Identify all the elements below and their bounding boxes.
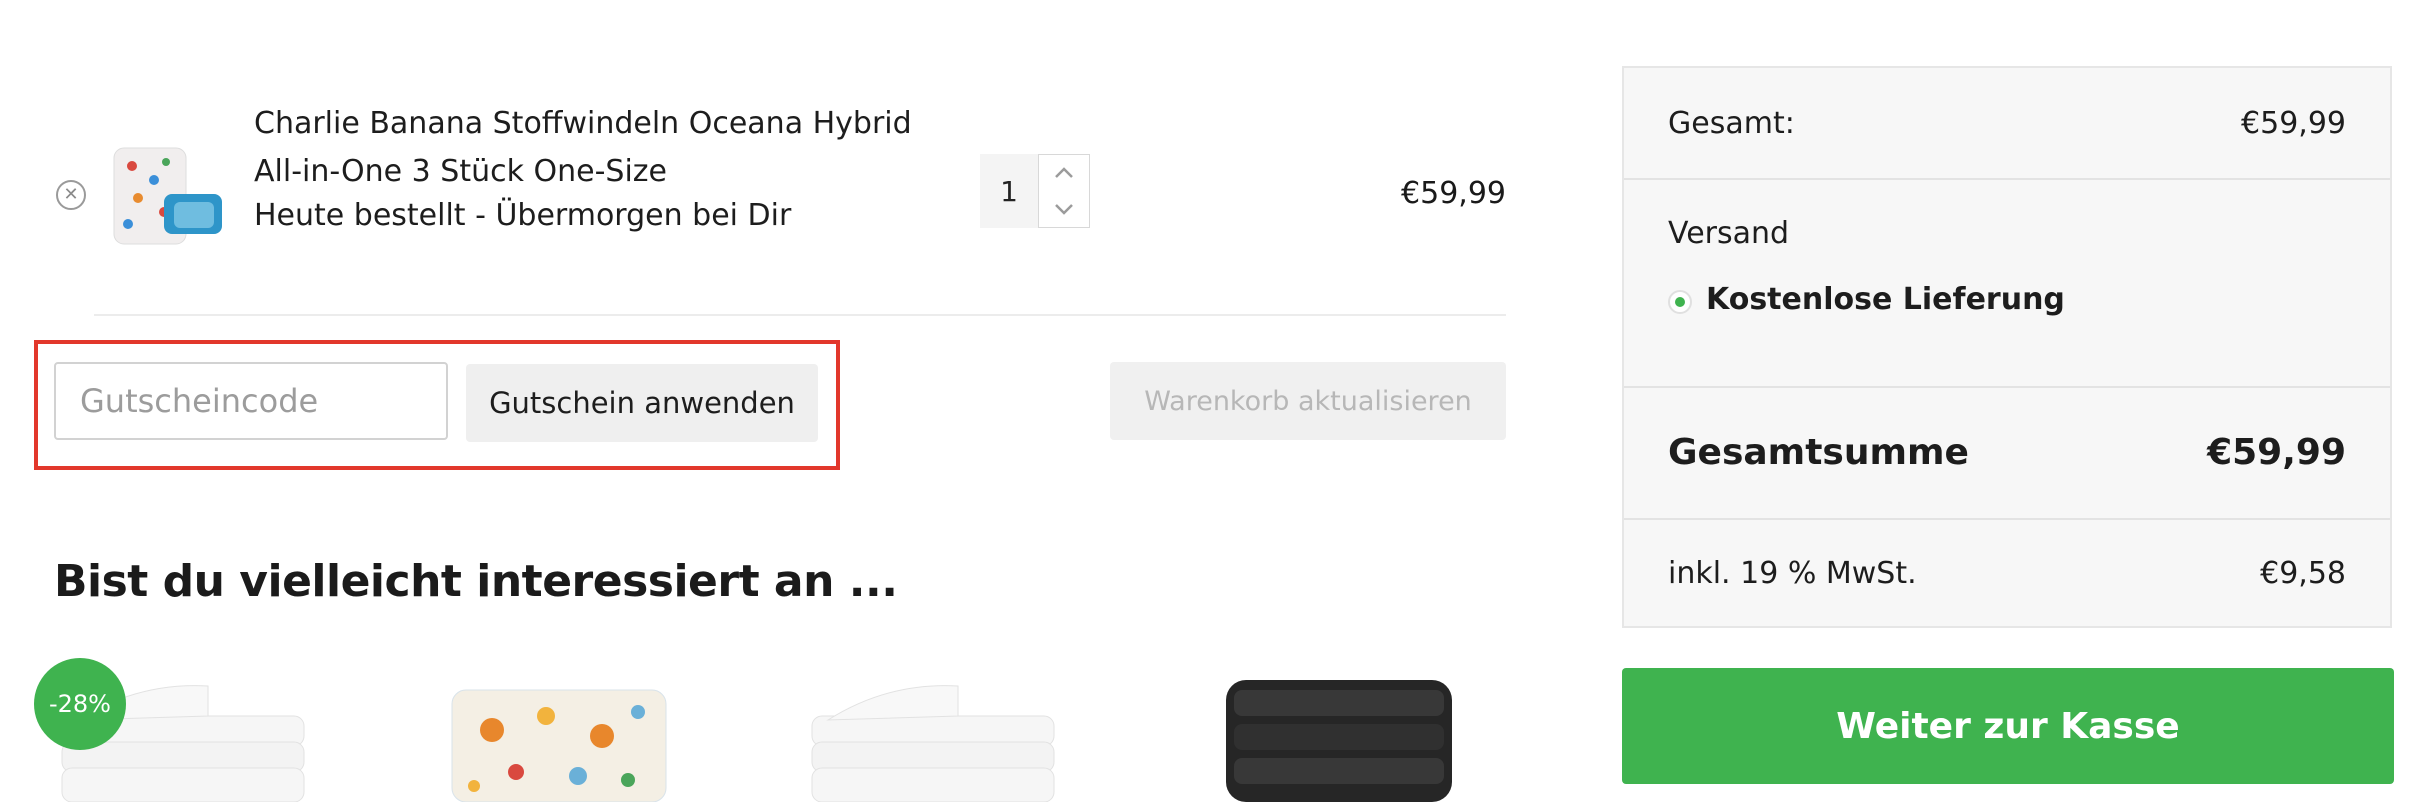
tax-label: inkl. 19 % MwSt. (1668, 556, 1917, 591)
apply-coupon-button[interactable]: Gutschein anwenden (466, 364, 818, 442)
close-icon: ✕ (63, 184, 79, 205)
product-thumbnail[interactable] (104, 140, 234, 255)
related-products-heading: Bist du vielleicht interessiert an ... (54, 556, 898, 607)
related-product-black-inserts[interactable] (1222, 676, 1482, 802)
quantity-stepper[interactable]: 1 (980, 154, 1090, 228)
black-inserts-image (1226, 680, 1452, 802)
divider (1624, 386, 2390, 388)
line-item-price: €59,99 (1401, 176, 1506, 211)
shipping-radio[interactable] (1668, 290, 1692, 314)
divider (1624, 518, 2390, 520)
quantity-decrease-button[interactable] (1039, 191, 1089, 227)
update-cart-button[interactable]: Warenkorb aktualisieren (1110, 362, 1506, 440)
quantity-value[interactable]: 1 (980, 154, 1038, 228)
discount-badge: -28% (34, 658, 126, 750)
patterned-product-image (451, 689, 667, 802)
delivery-note: Heute bestellt - Übermorgen bei Dir (254, 198, 792, 233)
order-summary-panel: Gesamt: €59,99 Versand Kostenlose Liefer… (1622, 66, 2392, 628)
divider (94, 314, 1506, 316)
shipping-label: Versand (1668, 216, 1790, 251)
chevron-down-icon (1055, 204, 1073, 215)
product-name[interactable]: Charlie Banana Stoffwindeln Oceana Hybri… (254, 100, 954, 196)
shipping-option-label[interactable]: Kostenlose Lieferung (1706, 282, 2065, 317)
coupon-code-input[interactable] (54, 362, 448, 440)
quantity-arrows (1038, 154, 1090, 228)
subtotal-value: €59,99 (2241, 106, 2346, 141)
related-product-patterned-diaper[interactable] (450, 676, 710, 802)
subtotal-label: Gesamt: (1668, 106, 1795, 141)
towel-stack-image (811, 685, 1055, 802)
quantity-increase-button[interactable] (1039, 155, 1089, 191)
divider (1624, 178, 2390, 180)
checkout-button[interactable]: Weiter zur Kasse (1622, 668, 2394, 784)
total-label: Gesamtsumme (1668, 432, 1969, 473)
chevron-up-icon (1055, 167, 1073, 178)
remove-item-button[interactable]: ✕ (56, 180, 86, 210)
tax-value: €9,58 (2260, 556, 2346, 591)
total-value: €59,99 (2207, 432, 2346, 473)
related-product-towels-2[interactable] (808, 676, 1068, 802)
